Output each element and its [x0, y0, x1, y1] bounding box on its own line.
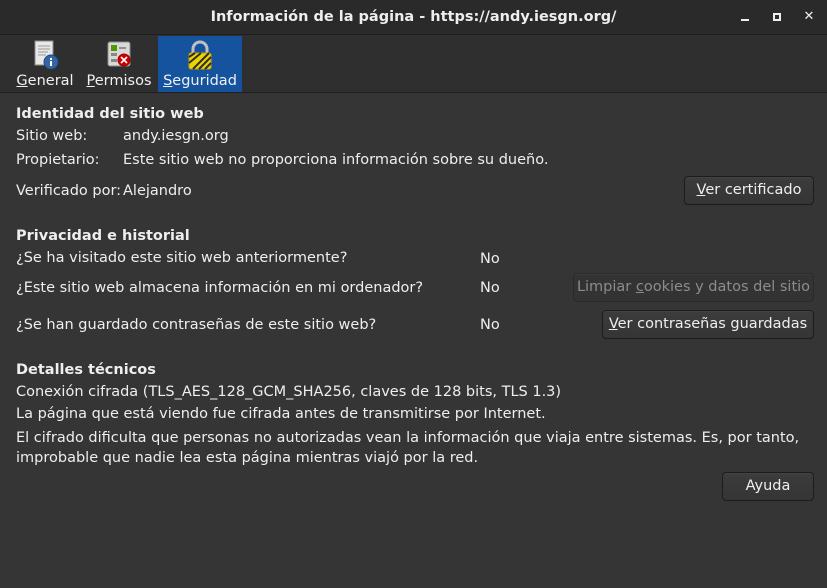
- permissions-icon: [107, 41, 131, 67]
- tab-seguridad[interactable]: Seguridad: [158, 36, 242, 92]
- owner-label: Propietario:: [16, 152, 100, 168]
- view-passwords-button[interactable]: Ver contraseñas guardadas: [602, 310, 814, 339]
- help-button[interactable]: Ayuda: [722, 472, 814, 501]
- owner-value: Este sitio web no proporciona informació…: [123, 152, 549, 168]
- tab-general-label: General: [16, 73, 74, 89]
- padlock-icon: [188, 40, 212, 70]
- tab-permisos-label: Permisos: [86, 73, 152, 89]
- passwords-question: ¿Se han guardado contraseñas de este sit…: [16, 317, 377, 333]
- close-button[interactable]: ✕: [800, 8, 818, 26]
- maximize-icon: [773, 13, 781, 21]
- tab-general[interactable]: General: [14, 36, 76, 92]
- site-label: Sitio web:: [16, 128, 88, 144]
- verified-label: Verificado por:: [16, 183, 122, 199]
- storage-question: ¿Este sitio web almacena información en …: [16, 280, 424, 296]
- tab-toolbar: General Permisos Seguridad: [0, 35, 827, 93]
- verified-value: Alejandro: [123, 183, 192, 199]
- document-info-icon: [34, 40, 59, 70]
- page-info-window: Información de la página - https://andy.…: [0, 0, 827, 588]
- minimize-button[interactable]: [736, 8, 754, 26]
- minimize-icon: [741, 19, 749, 21]
- visited-question: ¿Se ha visitado este sitio web anteriorm…: [16, 250, 348, 266]
- site-value: andy.iesgn.org: [123, 128, 229, 144]
- technical-section-title: Detalles técnicos: [16, 362, 156, 378]
- encryption-explanation: El cifrado dificulta que personas no aut…: [16, 430, 800, 466]
- security-panel: Identidad del sitio web Sitio web: andy.…: [0, 94, 827, 588]
- clear-cookies-button[interactable]: Limpiar cookies y datos del sitio: [573, 273, 814, 302]
- storage-answer: No: [480, 280, 500, 296]
- encryption-note: La página que está viendo fue cifrada an…: [16, 406, 546, 422]
- encryption-details: Conexión cifrada (TLS_AES_128_GCM_SHA256…: [16, 384, 562, 400]
- privacy-section-title: Privacidad e historial: [16, 228, 190, 244]
- identity-section-title: Identidad del sitio web: [16, 106, 204, 122]
- close-icon: ✕: [803, 9, 815, 24]
- passwords-answer: No: [480, 317, 500, 333]
- tab-seguridad-label: Seguridad: [163, 73, 237, 89]
- visited-answer: No: [480, 251, 500, 267]
- view-certificate-button[interactable]: Ver certificado: [684, 176, 814, 205]
- title-bar[interactable]: Información de la página - https://andy.…: [0, 0, 827, 35]
- maximize-button[interactable]: [768, 8, 786, 26]
- window-title: Información de la página - https://andy.…: [210, 9, 617, 25]
- tab-permisos[interactable]: Permisos: [84, 36, 154, 92]
